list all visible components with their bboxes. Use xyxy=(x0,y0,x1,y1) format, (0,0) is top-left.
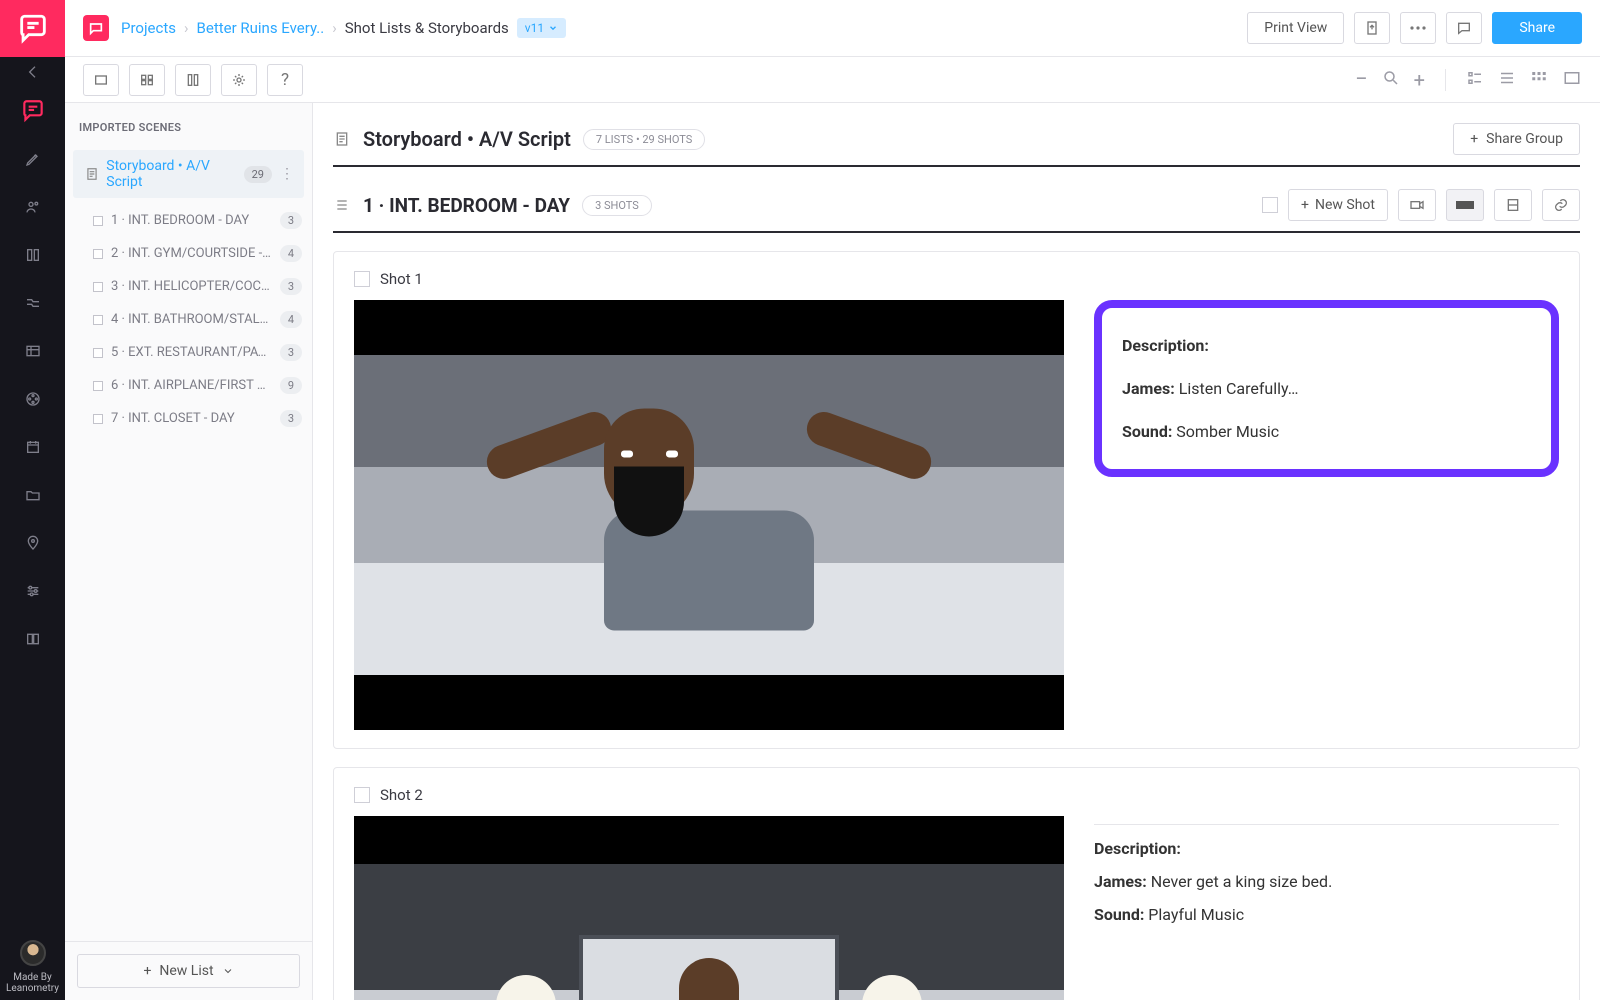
shot-image[interactable] xyxy=(354,816,1064,1000)
group-header: Storyboard • A/V Script 7 LISTS • 29 SHO… xyxy=(333,117,1580,167)
comments-button[interactable] xyxy=(1446,12,1482,44)
select-all-checkbox[interactable] xyxy=(1262,197,1278,213)
rail-folder-icon[interactable] xyxy=(0,471,65,519)
sidebar-group-count: 29 xyxy=(244,166,272,183)
scene-item[interactable]: 7 · INT. CLOSET - DAY3 xyxy=(65,402,312,435)
more-icon[interactable]: ⋮ xyxy=(280,166,294,182)
project-badge-icon[interactable] xyxy=(83,15,109,41)
sidebar-group-storyboard[interactable]: Storyboard • A/V Script 29 ⋮ xyxy=(73,150,304,198)
print-view-button[interactable]: Print View xyxy=(1247,12,1344,44)
plus-icon: + xyxy=(143,963,151,979)
sidebar-header: IMPORTED SCENES xyxy=(65,103,312,144)
shot-checkbox[interactable] xyxy=(354,271,370,287)
shot-name: Shot 2 xyxy=(380,786,423,804)
document-icon xyxy=(83,165,100,183)
scene-item[interactable]: 2 · INT. GYM/COURTSIDE - DAY4 xyxy=(65,237,312,270)
tool-settings-icon[interactable] xyxy=(221,64,257,96)
share-button[interactable]: Share xyxy=(1492,12,1582,44)
export-button[interactable] xyxy=(1354,12,1390,44)
tool-help-icon[interactable]: ? xyxy=(267,64,303,96)
rail-edit-icon[interactable] xyxy=(0,135,65,183)
new-shot-button[interactable]: +New Shot xyxy=(1288,189,1388,221)
rail-sliders-icon[interactable] xyxy=(0,567,65,615)
shot-count-pill: 3 SHOTS xyxy=(582,195,652,216)
rail-reel-icon[interactable] xyxy=(0,375,65,423)
view-list-icon[interactable] xyxy=(1466,69,1484,91)
crumb-projects[interactable]: Projects xyxy=(121,19,176,37)
rail-book-icon[interactable] xyxy=(0,615,65,663)
scene-item[interactable]: 6 · INT. AIRPLANE/FIRST CLAS...9 xyxy=(65,369,312,402)
rail-calendar-icon[interactable] xyxy=(0,423,65,471)
zoom-in-icon[interactable]: + xyxy=(1414,68,1425,92)
group-meta: 7 LISTS • 29 SHOTS xyxy=(583,129,705,150)
zoom-search-icon[interactable] xyxy=(1382,69,1400,91)
list-icon xyxy=(333,196,351,214)
sidebar-group-label: Storyboard • A/V Script xyxy=(106,158,243,190)
camera-button[interactable] xyxy=(1398,189,1436,221)
back-arrow-icon[interactable] xyxy=(0,57,65,87)
chevron-right-icon: › xyxy=(332,19,337,37)
rail-storyboard-icon[interactable] xyxy=(0,87,65,135)
tool-grid-icon[interactable] xyxy=(129,64,165,96)
new-list-button[interactable]: + New List xyxy=(77,954,300,988)
shot-checkbox[interactable] xyxy=(354,787,370,803)
scene-title: 1 · INT. BEDROOM - DAY xyxy=(363,194,570,217)
crumb-current: Shot Lists & Storyboards xyxy=(345,19,509,37)
crumb-project[interactable]: Better Ruins Every.. xyxy=(197,19,325,37)
rail-location-icon[interactable] xyxy=(0,519,65,567)
breadcrumb: Projects › Better Ruins Every.. › Shot L… xyxy=(121,18,566,38)
user-avatar[interactable] xyxy=(20,940,46,966)
brand-logo[interactable] xyxy=(0,0,65,57)
document-icon xyxy=(333,130,351,148)
shot-name: Shot 1 xyxy=(380,270,423,288)
view-toolbar: ? − + xyxy=(65,57,1600,103)
shot-description-callout: Description: James: Listen Carefully… So… xyxy=(1094,300,1559,477)
group-title: Storyboard • A/V Script xyxy=(363,127,571,151)
scene-item[interactable]: 5 · EXT. RESTAURANT/PATIO - ...3 xyxy=(65,336,312,369)
link-button[interactable] xyxy=(1542,189,1580,221)
view-grid-icon[interactable] xyxy=(1530,69,1548,91)
scenes-sidebar: IMPORTED SCENES Storyboard • A/V Script … xyxy=(65,103,313,1000)
rail-boards-icon[interactable] xyxy=(0,231,65,279)
rail-people-icon[interactable] xyxy=(0,183,65,231)
scene-item[interactable]: 4 · INT. BATHROOM/STALL - D...4 xyxy=(65,303,312,336)
scene-item[interactable]: 1 · INT. BEDROOM - DAY3 xyxy=(65,204,312,237)
view-film-icon[interactable] xyxy=(1562,69,1582,91)
rail-table-icon[interactable] xyxy=(0,327,65,375)
tool-columns-icon[interactable] xyxy=(175,64,211,96)
plus-icon: + xyxy=(1470,131,1478,147)
rail-flow-icon[interactable] xyxy=(0,279,65,327)
chevron-right-icon: › xyxy=(184,19,189,37)
top-bar: Projects › Better Ruins Every.. › Shot L… xyxy=(65,0,1600,57)
zoom-out-icon[interactable]: − xyxy=(1355,67,1368,92)
scene-item[interactable]: 3 · INT. HELICOPTER/COCKPIT ...3 xyxy=(65,270,312,303)
aspect-button[interactable] xyxy=(1446,189,1484,221)
made-by-label: Made ByLeanometry xyxy=(6,972,59,1000)
scene-header: 1 · INT. BEDROOM - DAY 3 SHOTS +New Shot xyxy=(333,167,1580,233)
shot-description: Description: James: Never get a king siz… xyxy=(1094,816,1559,1000)
left-rail: Made ByLeanometry xyxy=(0,0,65,1000)
layout-button[interactable] xyxy=(1494,189,1532,221)
plus-icon: + xyxy=(1301,197,1309,213)
shot-image[interactable] xyxy=(354,300,1064,730)
version-selector[interactable]: v11 xyxy=(517,18,566,38)
main-content: Storyboard • A/V Script 7 LISTS • 29 SHO… xyxy=(313,103,1600,1000)
shot-card: Shot 1 xyxy=(333,251,1580,749)
view-rows-icon[interactable] xyxy=(1498,69,1516,91)
chevron-down-icon xyxy=(222,965,234,977)
share-group-button[interactable]: +Share Group xyxy=(1453,123,1580,155)
tool-canvas-icon[interactable] xyxy=(83,64,119,96)
shot-card: Shot 2 Description: xyxy=(333,767,1580,1000)
more-button[interactable] xyxy=(1400,12,1436,44)
